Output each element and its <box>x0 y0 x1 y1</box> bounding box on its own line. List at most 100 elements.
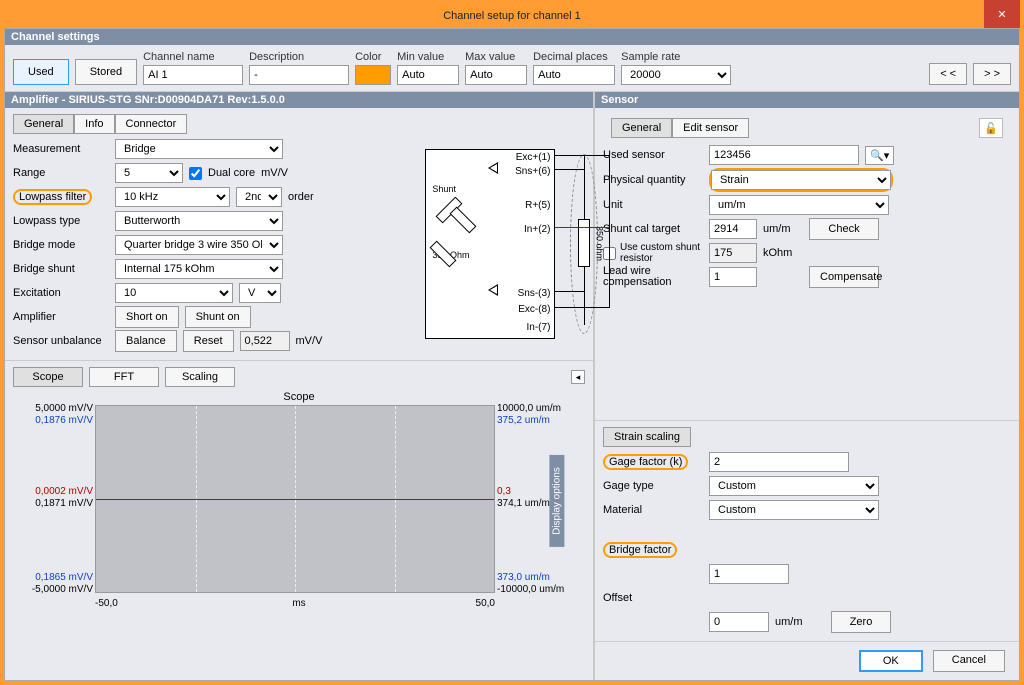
unit-label: Unit <box>603 199 703 211</box>
balance-button[interactable]: Balance <box>115 330 177 352</box>
material-select[interactable]: Custom <box>709 500 879 520</box>
titlebar: Channel setup for channel 1 ✕ <box>4 4 1020 28</box>
custom-shunt-label: Use custom shunt resistor <box>620 242 703 264</box>
excitation-select[interactable]: 10 <box>115 283 233 303</box>
yl-top-a: 5,0000 mV/V <box>15 403 93 414</box>
pin-r-plus: R+(5) <box>525 200 550 211</box>
min-field: Min value <box>397 51 459 85</box>
sample-select[interactable]: 20000 <box>621 65 731 85</box>
excitation-unit-select[interactable]: V <box>239 283 281 303</box>
bridge-factor-input[interactable] <box>709 564 789 584</box>
order-suffix: order <box>288 191 314 203</box>
pq-label: Physical quantity <box>603 174 703 186</box>
color-swatch[interactable] <box>355 65 391 85</box>
reset-button[interactable]: Reset <box>183 330 234 352</box>
close-button[interactable]: ✕ <box>984 0 1020 28</box>
scope-plot[interactable] <box>95 405 495 593</box>
dualcore-checkbox[interactable] <box>189 167 202 180</box>
description-input[interactable] <box>249 65 349 85</box>
collapse-button[interactable]: ◂ <box>571 370 585 384</box>
main-columns: Amplifier - SIRIUS-STG SNr:D00904DA71 Re… <box>5 92 1019 680</box>
channel-settings-header: Channel settings <box>5 29 1019 45</box>
yl-top-b: 0,1876 mV/V <box>15 415 93 426</box>
channel-name-input[interactable] <box>143 65 243 85</box>
tab-scaling[interactable]: Scaling <box>165 367 235 387</box>
amplifier-form: General Info Connector Measurement Bridg… <box>13 114 322 354</box>
lowpass-select[interactable]: 10 kHz <box>115 187 230 207</box>
tab-info[interactable]: Info <box>74 114 114 134</box>
close-icon: ✕ <box>997 8 1006 21</box>
scope-title: Scope <box>13 391 585 403</box>
used-button[interactable]: Used <box>13 59 69 85</box>
settings-row: Used Stored Channel name Description Col… <box>5 45 1019 92</box>
tab-strain-scaling[interactable]: Strain scaling <box>603 427 691 447</box>
trace-red <box>96 499 494 500</box>
pin-exc-plus: Exc+(1) <box>516 152 551 163</box>
amplifier-header: Amplifier - SIRIUS-STG SNr:D00904DA71 Re… <box>5 92 593 108</box>
lead-label: Lead wire compensation <box>603 266 703 288</box>
check-button[interactable]: Check <box>809 218 879 240</box>
range-unit: mV/V <box>261 167 288 179</box>
unit-select[interactable]: um/m <box>709 195 889 215</box>
yr-mid-a: 0,3 <box>497 486 583 497</box>
x-left: -50,0 <box>95 598 118 609</box>
bshunt-select[interactable]: Internal 175 kOhm <box>115 259 283 279</box>
bridge-factor-label: Bridge factor <box>603 542 703 558</box>
dp-input[interactable] <box>533 65 615 85</box>
sensor-tab-edit[interactable]: Edit sensor <box>672 118 749 138</box>
yl-mid-a: 0,0002 mV/V <box>15 486 93 497</box>
gtype-select[interactable]: Custom <box>709 476 879 496</box>
short-on-button[interactable]: Short on <box>115 306 179 328</box>
compensate-button[interactable]: Compensate <box>809 266 879 288</box>
right-column: Sensor General Edit sensor 🔓 Used sensor… <box>595 92 1019 680</box>
lptype-select[interactable]: Butterworth <box>115 211 283 231</box>
strain-panel: Strain scaling Gage factor (k) Gage type… <box>595 420 1019 641</box>
dp-label: Decimal places <box>533 51 615 63</box>
lowpass-order-select[interactable]: 2nd <box>236 187 282 207</box>
shunt-on-button[interactable]: Shunt on <box>185 306 251 328</box>
sample-label: Sample rate <box>621 51 731 63</box>
sct-input[interactable] <box>709 219 757 239</box>
tab-fft[interactable]: FFT <box>89 367 159 387</box>
pin-sns-plus: Sns+(6) <box>515 166 550 177</box>
amplifier-label: Amplifier <box>13 311 109 323</box>
yr-top-b: 375,2 um/m <box>497 415 583 426</box>
cancel-button[interactable]: Cancel <box>933 650 1005 672</box>
bmode-select[interactable]: Quarter bridge 3 wire 350 Ohm <box>115 235 283 255</box>
sample-field: Sample rate 20000 <box>621 51 731 85</box>
custom-shunt-unit: kOhm <box>763 247 792 259</box>
lock-icon[interactable]: 🔓 <box>979 118 1003 138</box>
tab-scope[interactable]: Scope <box>13 367 83 387</box>
prev-channel-button[interactable]: < < <box>929 63 967 85</box>
display-options-tab[interactable]: Display options <box>550 455 565 547</box>
max-label: Max value <box>465 51 527 63</box>
next-channel-button[interactable]: > > <box>973 63 1011 85</box>
range-label: Range <box>13 167 109 179</box>
dp-field: Decimal places <box>533 51 615 85</box>
sensor-tab-general[interactable]: General <box>611 118 672 138</box>
sensor-header: Sensor <box>595 92 1019 108</box>
used-sensor-input[interactable] <box>709 145 859 165</box>
measurement-select[interactable]: Bridge <box>115 139 283 159</box>
pq-select[interactable]: Strain <box>711 170 891 190</box>
scope-area: Scope 5,0000 mV/V 0,1876 mV/V 0,0002 mV/… <box>13 391 585 611</box>
ok-button[interactable]: OK <box>859 650 923 672</box>
gage-input[interactable] <box>709 452 849 472</box>
tab-connector[interactable]: Connector <box>115 114 188 134</box>
lead-input[interactable] <box>709 267 757 287</box>
yl-mid-b: 0,1871 mV/V <box>15 498 93 509</box>
window-body: Channel settings Used Stored Channel nam… <box>4 28 1020 681</box>
yl-bot-b: -5,0000 mV/V <box>15 584 93 595</box>
range-select[interactable]: 5 <box>115 163 183 183</box>
max-field: Max value <box>465 51 527 85</box>
tab-general[interactable]: General <box>13 114 74 134</box>
offset-input[interactable] <box>709 612 769 632</box>
zero-button[interactable]: Zero <box>831 611 891 633</box>
min-input[interactable] <box>397 65 459 85</box>
search-icon[interactable]: 🔍▾ <box>865 146 894 165</box>
max-input[interactable] <box>465 65 527 85</box>
pin-in-plus: In+(2) <box>524 224 550 235</box>
window-title: Channel setup for channel 1 <box>443 10 581 22</box>
stored-button[interactable]: Stored <box>75 59 137 85</box>
scope-panel: Scope FFT Scaling ◂ Scope 5,0000 mV/V 0,… <box>5 360 593 680</box>
